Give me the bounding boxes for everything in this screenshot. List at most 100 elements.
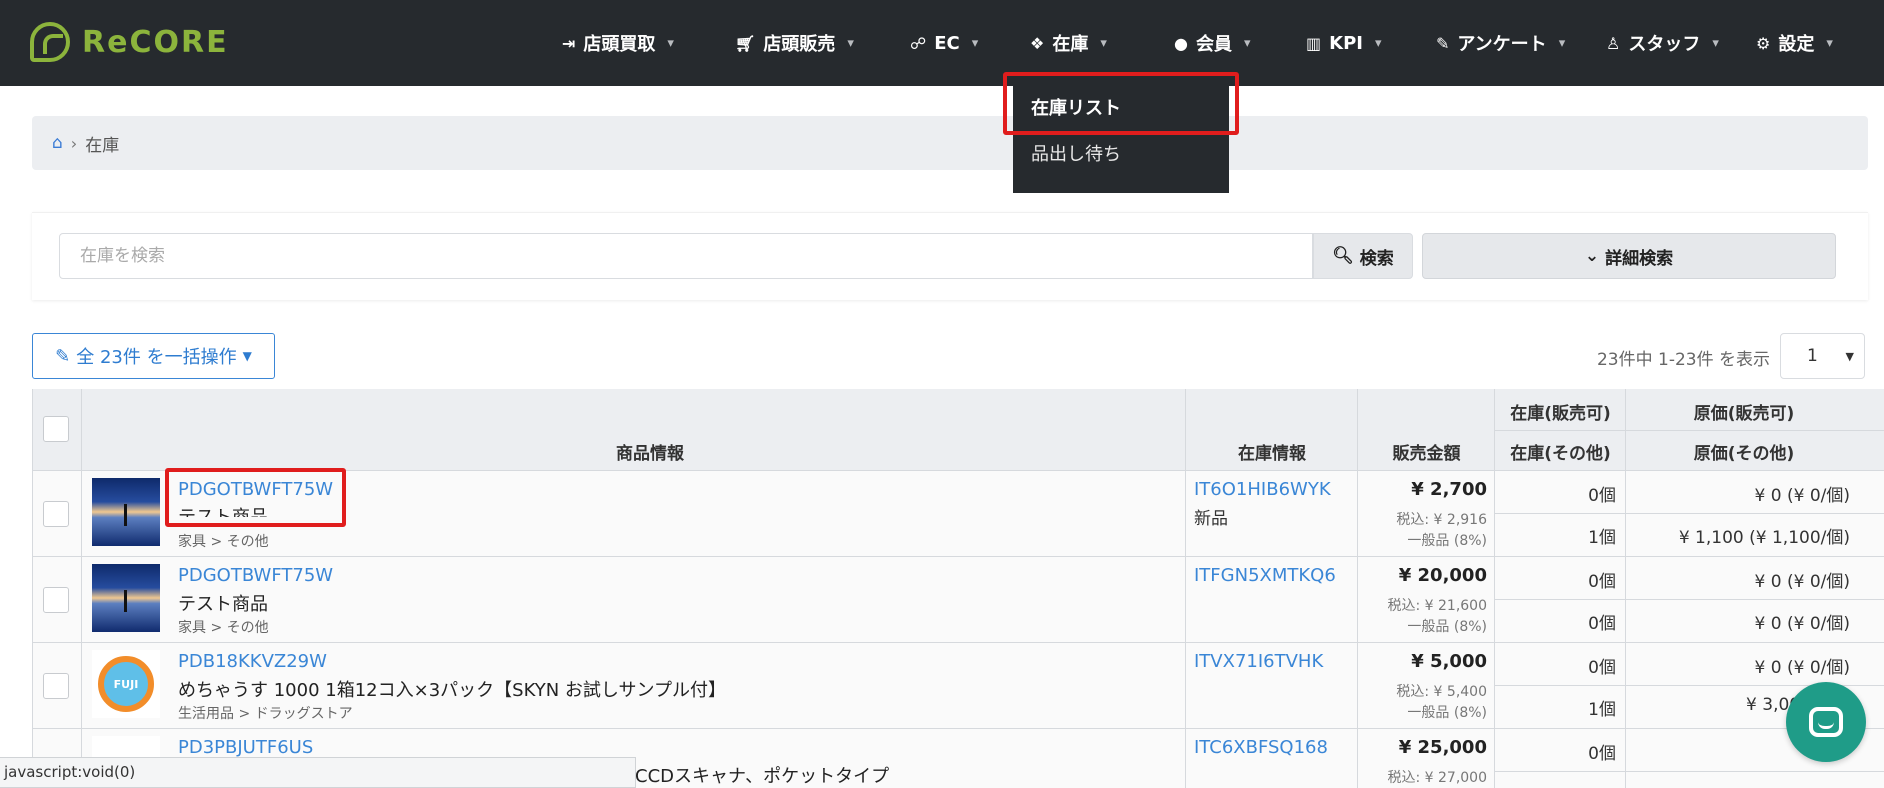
- search-icon: 🔍︎: [1332, 246, 1354, 266]
- top-navbar: ReCORE ⇥ 店頭買取 ▾ 🛒︎ 店頭販売 ▾ ☍ EC ▾ ❖ 在庫 ▾ …: [0, 0, 1884, 86]
- grid-line: [1494, 389, 1495, 788]
- stock-sellable: 0個: [1588, 486, 1616, 506]
- cubes-icon: ❖: [1030, 33, 1045, 53]
- header-inventory-info: 在庫情報: [1238, 444, 1306, 464]
- nav-label: アンケート: [1457, 34, 1547, 55]
- cart-icon: 🛒︎: [735, 33, 756, 53]
- sitemap-icon: ☍: [910, 33, 927, 53]
- nav-label: 設定: [1778, 34, 1815, 55]
- stock-other: 1個: [1588, 528, 1616, 548]
- nav-label: 在庫: [1052, 34, 1089, 55]
- breadcrumb: ⌂ › 在庫: [32, 116, 1868, 170]
- nav-item-survey[interactable]: ✎ アンケート ▾: [1436, 0, 1565, 86]
- grid-line: [1495, 513, 1884, 514]
- chevron-right-icon: ›: [70, 133, 78, 153]
- inventory-table: 商品情報 在庫情報 販売金額 在庫(販売可) 在庫(その他) 原価(販売可) 原…: [32, 389, 1884, 788]
- chat-icon: [1809, 707, 1843, 737]
- caret-down-icon: ▼: [1845, 349, 1854, 363]
- item-code-link[interactable]: ITFGN5XMTKQ6: [1194, 565, 1336, 586]
- nav-item-kpi[interactable]: ▥ KPI ▾: [1306, 0, 1382, 86]
- product-code-link[interactable]: PD3PBJUTF6US: [178, 737, 313, 758]
- row-checkbox[interactable]: [43, 673, 69, 699]
- grid-line: [81, 389, 82, 788]
- row-checkbox[interactable]: [43, 587, 69, 613]
- nav-item-ec[interactable]: ☍ EC ▾: [910, 0, 978, 86]
- nav-label: KPI: [1329, 32, 1363, 54]
- nav-item-members[interactable]: ● 会員 ▾: [1174, 0, 1251, 86]
- grid-line: [1495, 771, 1884, 772]
- header-stock-sellable: 在庫(販売可): [1510, 404, 1611, 424]
- nav-label: EC: [934, 32, 960, 54]
- advanced-search-button[interactable]: ⌄ 詳細検索: [1422, 233, 1836, 279]
- dropdown-item-awaiting-display[interactable]: 品出し待ち: [1031, 140, 1121, 166]
- select-all-checkbox[interactable]: [43, 416, 69, 442]
- tax-type: 一般品 (8%): [1407, 619, 1487, 635]
- cost-other: ¥ 1,100 (¥ 1,100/個): [1678, 528, 1850, 548]
- product-thumbnail[interactable]: [92, 564, 160, 632]
- logo-text: ReCORE: [82, 24, 229, 60]
- nav-item-store-buying[interactable]: ⇥ 店頭買取 ▾: [562, 0, 674, 86]
- sale-price: ¥ 2,700: [1411, 479, 1487, 500]
- edit-icon: ✎: [1436, 33, 1450, 53]
- bulk-action-label: 全 23件 を一括操作: [76, 347, 237, 368]
- nav-label: 店頭販売: [763, 34, 836, 55]
- leaf-logo-icon: [30, 22, 70, 62]
- product-code-link[interactable]: PDGOTBWFT75W: [178, 565, 333, 586]
- stock-sellable: 0個: [1588, 572, 1616, 592]
- chevron-down-icon: ▾: [1100, 35, 1107, 51]
- chevron-down-icon: ▾: [1558, 35, 1566, 51]
- stock-sellable: 0個: [1588, 658, 1616, 678]
- tax-type: 一般品 (8%): [1407, 705, 1487, 721]
- home-icon[interactable]: ⌂: [52, 133, 63, 153]
- nav-label: スタッフ: [1628, 34, 1701, 55]
- chevron-down-icon: ▾: [667, 35, 674, 51]
- page-select[interactable]: 1 ▼: [1780, 333, 1865, 379]
- recore-logo[interactable]: ReCORE: [30, 22, 229, 62]
- item-code-link[interactable]: IT6O1HIB6WYK: [1194, 479, 1331, 500]
- tax-included-price: 税込: ¥ 5,400: [1396, 684, 1487, 700]
- product-category: 家具 > その他: [178, 534, 269, 550]
- header-stock-other: 在庫(その他): [1510, 444, 1611, 464]
- header-divider: [1495, 430, 1884, 431]
- product-thumbnail[interactable]: FUJI: [92, 650, 160, 718]
- cost-other: ¥ 0 (¥ 0/個): [1754, 614, 1850, 634]
- product-code-link[interactable]: PDGOTBWFT75W: [178, 479, 333, 500]
- table-row: PDGOTBWFT75W テスト商品 家具 > その他 IT6O1HIB6WYK…: [32, 471, 1884, 557]
- breadcrumb-current: 在庫: [85, 135, 120, 156]
- chat-launcher-button[interactable]: [1786, 682, 1866, 762]
- inventory-dropdown-menu: 在庫リスト 品出し待ち: [1013, 78, 1229, 193]
- item-code-link[interactable]: ITVX71I6TVHK: [1194, 651, 1323, 672]
- item-condition: 新品: [1194, 509, 1228, 529]
- fuji-latex-logo-icon: FUJI: [98, 656, 154, 712]
- nav-item-staff[interactable]: ♙ スタッフ ▾: [1606, 0, 1719, 86]
- header-sale-price: 販売金額: [1392, 444, 1461, 464]
- row-checkbox[interactable]: [43, 501, 69, 527]
- nav-item-settings[interactable]: ⚙ 設定 ▾: [1756, 0, 1833, 86]
- product-name: めちゃうす 1000 1箱12コ入×3パック【SKYN お試しサンプル付】: [178, 680, 727, 701]
- search-input[interactable]: [59, 233, 1313, 279]
- table-row: FUJI PDB18KKVZ29W めちゃうす 1000 1箱12コ入×3パック…: [32, 643, 1884, 729]
- browser-status-bar: javascript:void(0): [0, 757, 636, 788]
- product-thumbnail[interactable]: [92, 478, 160, 546]
- product-name: テスト商品: [178, 594, 268, 615]
- table-row: PDGOTBWFT75W テスト商品 家具 > その他 ITFGN5XMTKQ6…: [32, 557, 1884, 643]
- grid-line: [1357, 389, 1358, 788]
- nav-item-inventory[interactable]: ❖ 在庫 ▾: [1030, 0, 1107, 86]
- product-code-link[interactable]: PDB18KKVZ29W: [178, 651, 327, 672]
- product-category: 家具 > その他: [178, 620, 269, 636]
- tax-included-price: 税込: ¥ 2,916: [1396, 512, 1487, 528]
- cost-sellable: ¥ 0 (¥ 0/個): [1754, 658, 1850, 678]
- nav-item-store-sales[interactable]: 🛒︎ 店頭販売 ▾: [735, 0, 854, 86]
- cost-sellable: ¥ 0 (¥ 0/個): [1754, 572, 1850, 592]
- item-code-link[interactable]: ITC6XBFSQ168: [1194, 737, 1328, 758]
- dropdown-item-inventory-list[interactable]: 在庫リスト: [1031, 94, 1121, 120]
- search-panel: 🔍︎ 検索 ⌄ 詳細検索: [32, 212, 1868, 300]
- product-name: テスト商品: [178, 503, 268, 517]
- bulk-action-button[interactable]: ✎ 全 23件 を一括操作 ▼: [32, 333, 275, 379]
- user-outline-icon: ♙: [1606, 33, 1621, 53]
- search-button[interactable]: 🔍︎ 検索: [1313, 233, 1413, 279]
- stock-other: 1個: [1588, 700, 1616, 720]
- edit-icon: ✎: [55, 345, 71, 367]
- chevron-down-icon: ▾: [1243, 35, 1251, 51]
- caret-down-icon: ▼: [242, 349, 252, 363]
